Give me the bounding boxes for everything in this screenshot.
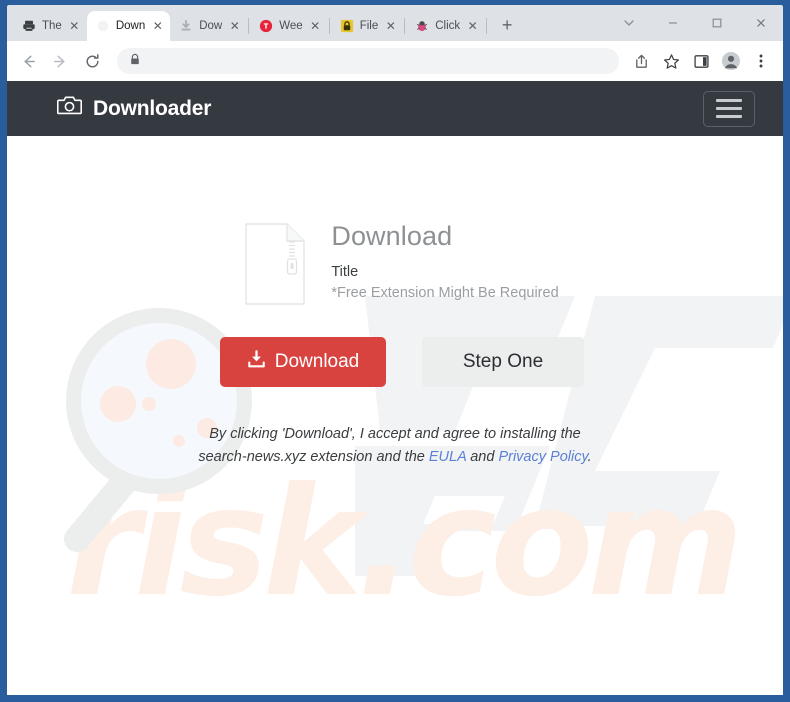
download-note: *Free Extension Might Be Required xyxy=(331,284,559,301)
minimize-button[interactable] xyxy=(651,6,695,40)
download-heading: Download xyxy=(331,221,453,251)
browser-tab-4[interactable]: Wee ✕ xyxy=(250,11,327,41)
hamburger-bar xyxy=(716,115,742,118)
back-arrow-icon[interactable] xyxy=(13,46,43,76)
tab-title: Dow xyxy=(199,20,223,32)
tab-divider xyxy=(404,18,406,34)
tab-divider xyxy=(328,18,330,34)
brand-label: Downloader xyxy=(93,96,212,120)
risk-com-watermark: risk.com xyxy=(66,456,744,630)
zip-file-icon xyxy=(245,223,306,310)
close-button[interactable] xyxy=(739,6,783,40)
tab-title: Down xyxy=(115,20,146,32)
tab-search-chevron-icon[interactable] xyxy=(607,6,651,40)
disclaimer-part3: . xyxy=(587,449,592,466)
side-panel-icon[interactable] xyxy=(687,47,715,75)
tab-close-icon[interactable]: ✕ xyxy=(67,19,82,34)
download-arrow-icon xyxy=(247,349,266,375)
download-button-label: Download xyxy=(274,351,360,372)
hamburger-bar xyxy=(716,107,742,110)
tab-close-icon[interactable]: ✕ xyxy=(150,19,165,34)
reload-arrow-icon[interactable] xyxy=(77,46,107,76)
site-brand[interactable]: Downloader xyxy=(56,95,212,122)
red-circle-icon xyxy=(258,18,274,34)
bug-icon xyxy=(414,18,430,34)
browser-tab-2[interactable]: Down ✕ xyxy=(86,11,171,41)
maximize-button[interactable] xyxy=(695,6,739,40)
disclaimer-part2: and xyxy=(466,449,499,466)
browser-tab-6[interactable]: Click ✕ xyxy=(406,11,485,41)
tab-title: The xyxy=(42,20,62,32)
page-body: risk.com Download Title *Free Extension … xyxy=(7,136,783,695)
site-header: Downloader xyxy=(7,81,783,136)
tab-title: Click xyxy=(435,20,461,32)
browser-toolbar xyxy=(7,41,783,81)
disclaimer-text: By clicking 'Download', I accept and agr… xyxy=(195,423,595,470)
forward-arrow-icon[interactable] xyxy=(45,46,75,76)
privacy-policy-link[interactable]: Privacy Policy xyxy=(498,449,587,465)
tab-title: File xyxy=(359,20,379,32)
printer-icon xyxy=(21,18,37,34)
star-icon[interactable] xyxy=(657,47,685,75)
three-dot-menu-icon[interactable] xyxy=(747,47,775,75)
tab-strip: The ✕ Down ✕ Dow ✕ Wee ✕ File ✕ Click ✕ … xyxy=(7,5,783,41)
yellow-lock-icon xyxy=(339,18,355,34)
browser-tab-1[interactable]: The ✕ xyxy=(13,11,87,41)
download-card: Download Title *Free Extension Might Be … xyxy=(7,136,783,470)
tab-close-icon[interactable]: ✕ xyxy=(465,19,480,34)
profile-avatar[interactable] xyxy=(717,47,745,75)
lock-icon[interactable] xyxy=(129,53,141,69)
tab-divider xyxy=(486,18,488,34)
browser-tab-5[interactable]: File ✕ xyxy=(331,11,404,41)
tab-title: Wee xyxy=(279,20,303,32)
address-bar[interactable] xyxy=(117,48,619,74)
browser-tab-3[interactable]: Dow ✕ xyxy=(170,11,247,41)
download-subtitle: Title xyxy=(331,263,359,280)
new-tab-button[interactable]: + xyxy=(494,12,520,38)
button-row: Download Step One xyxy=(7,337,783,387)
page-icon xyxy=(95,18,111,34)
share-icon[interactable] xyxy=(627,47,655,75)
tab-divider xyxy=(248,18,250,34)
tab-close-icon[interactable]: ✕ xyxy=(227,19,242,34)
hamburger-bar xyxy=(716,99,742,102)
download-button[interactable]: Download xyxy=(220,337,386,387)
page-viewport: Downloader risk.com Download Title *Free… xyxy=(7,81,783,695)
download-row: Download Title *Free Extension Might Be … xyxy=(7,218,783,310)
eula-link[interactable]: EULA xyxy=(429,449,466,465)
hamburger-menu-button[interactable] xyxy=(703,90,755,127)
tab-close-icon[interactable]: ✕ xyxy=(308,19,323,34)
browser-window: The ✕ Down ✕ Dow ✕ Wee ✕ File ✕ Click ✕ … xyxy=(0,0,790,702)
window-controls xyxy=(607,5,783,41)
download-info: Download Title *Free Extension Might Be … xyxy=(331,218,559,301)
tab-close-icon[interactable]: ✕ xyxy=(383,19,398,34)
step-one-button[interactable]: Step One xyxy=(422,337,584,387)
camera-icon xyxy=(56,95,83,122)
download-icon xyxy=(178,18,194,34)
